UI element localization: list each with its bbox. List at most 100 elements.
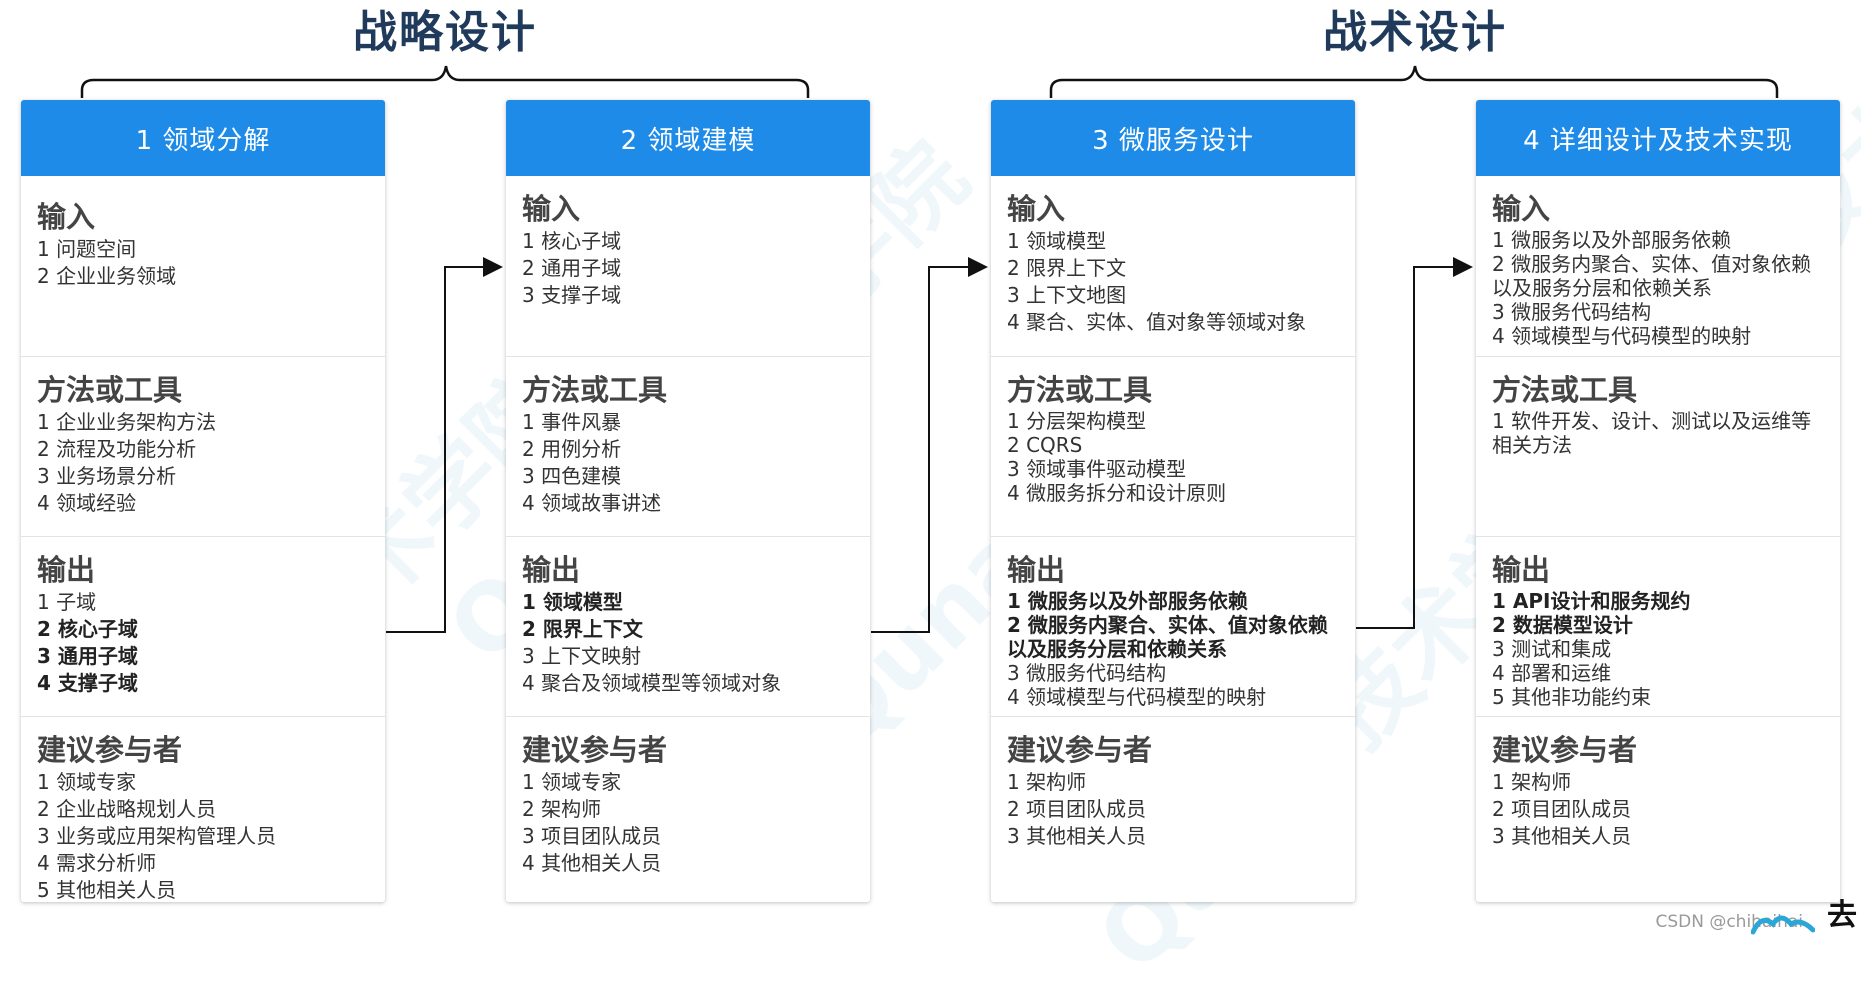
list-item: 4 微服务拆分和设计原则 xyxy=(1007,481,1227,505)
list-item: 1 微服务以及外部服务依赖 xyxy=(1492,228,1732,252)
section-methods: 方法或工具 1 分层架构模型 2 CQRS 3 领域事件驱动模型 4 微服务拆分… xyxy=(991,356,1355,536)
list-item: 3 上下文地图 xyxy=(1007,283,1127,307)
list-item: 2 微服务内聚合、实体、值对象依赖以及服务分层和依赖关系 xyxy=(1007,613,1328,661)
list-item: 4 需求分析师 xyxy=(37,851,157,875)
list-item: 3 业务或应用架构管理人员 xyxy=(37,824,277,848)
list-item: 3 微服务代码结构 xyxy=(1492,300,1652,324)
list-item: 2 CQRS xyxy=(1007,433,1083,457)
list-item: 1 领域专家 xyxy=(37,770,137,794)
list-item: 1 事件风暴 xyxy=(522,410,622,434)
section-title: 方法或工具 xyxy=(1492,373,1638,407)
section-title: 建议参与者 xyxy=(1007,733,1153,767)
list-item: 3 上下文映射 xyxy=(522,644,642,668)
strategic-brace xyxy=(80,65,810,98)
list-item: 2 项目团队成员 xyxy=(1492,797,1632,821)
list-item: 2 数据模型设计 xyxy=(1492,613,1633,637)
section-title: 输出 xyxy=(37,553,96,587)
arrow-2-to-3 xyxy=(871,257,988,633)
card-domain-decomposition: 1 领域分解 输入 1 问题空间 2 企业业务领域 方法或工具 1 企业业务架构… xyxy=(21,100,385,902)
section-output: 输出 1 微服务以及外部服务依赖 2 微服务内聚合、实体、值对象依赖以及服务分层… xyxy=(991,536,1355,716)
list-item: 1 微服务以及外部服务依赖 xyxy=(1007,589,1248,613)
list-item: 2 限界上下文 xyxy=(1007,256,1127,280)
list-item: 3 四色建模 xyxy=(522,464,622,488)
section-input: 输入 1 微服务以及外部服务依赖 2 微服务内聚合、实体、值对象依赖以及服务分层… xyxy=(1476,176,1840,356)
list-item: 1 问题空间 xyxy=(37,237,137,261)
list-item: 2 微服务内聚合、实体、值对象依赖以及服务分层和依赖关系 xyxy=(1492,252,1812,300)
section-participants: 建议参与者 1 领域专家 2 企业战略规划人员 3 业务或应用架构管理人员 4 … xyxy=(21,716,385,902)
list-item: 4 领域经验 xyxy=(37,491,137,515)
section-title: 输出 xyxy=(1007,553,1066,587)
section-title: 方法或工具 xyxy=(522,373,668,407)
card-detailed-design: 4 详细设计及技术实现 输入 1 微服务以及外部服务依赖 2 微服务内聚合、实体… xyxy=(1476,100,1840,902)
tactical-brace xyxy=(1049,65,1779,98)
card-microservice-design: 3 微服务设计 输入 1 领域模型 2 限界上下文 3 上下文地图 4 聚合、实… xyxy=(991,100,1355,902)
list-item: 1 软件开发、设计、测试以及运维等相关方法 xyxy=(1492,409,1812,457)
list-item: 2 企业战略规划人员 xyxy=(37,797,217,821)
list-item: 1 企业业务架构方法 xyxy=(37,410,217,434)
section-title: 输出 xyxy=(522,553,581,587)
logo-char: 去 xyxy=(1827,898,1857,933)
list-item: 3 其他相关人员 xyxy=(1007,824,1147,848)
list-item: 1 领域模型 xyxy=(522,590,623,614)
list-item: 3 测试和集成 xyxy=(1492,637,1612,661)
list-item: 1 API设计和服务规约 xyxy=(1492,589,1691,613)
list-item: 1 子域 xyxy=(37,590,97,614)
list-item: 4 部署和运维 xyxy=(1492,661,1612,685)
list-item: 2 流程及功能分析 xyxy=(37,437,197,461)
section-title: 建议参与者 xyxy=(1492,733,1638,767)
list-item: 3 项目团队成员 xyxy=(522,824,662,848)
arrow-1-to-2 xyxy=(386,257,503,633)
arrow-3-to-4 xyxy=(1356,257,1473,629)
list-item: 1 核心子域 xyxy=(522,229,622,253)
list-item: 4 聚合及领域模型等领域对象 xyxy=(522,671,782,695)
section-title: 输入 xyxy=(37,200,96,234)
list-item: 5 其他相关人员 xyxy=(37,878,177,902)
section-output: 输出 1 子域 2 核心子域 3 通用子域 4 支撑子域 xyxy=(21,536,385,716)
section-title: 输入 xyxy=(522,192,581,226)
list-item: 1 领域模型 xyxy=(1007,229,1107,253)
list-item: 3 微服务代码结构 xyxy=(1007,661,1167,685)
section-methods: 方法或工具 1 企业业务架构方法 2 流程及功能分析 3 业务场景分析 4 领域… xyxy=(21,356,385,536)
card-header: 1 领域分解 xyxy=(21,100,385,176)
section-title: 输入 xyxy=(1007,192,1066,226)
card-header: 4 详细设计及技术实现 xyxy=(1476,100,1840,176)
list-item: 2 限界上下文 xyxy=(522,617,643,641)
section-input: 输入 1 问题空间 2 企业业务领域 xyxy=(21,176,385,356)
list-item: 4 聚合、实体、值对象等领域对象 xyxy=(1007,310,1307,334)
camel-logo-icon xyxy=(1751,915,1815,935)
list-item: 3 领域事件驱动模型 xyxy=(1007,457,1187,481)
card-header: 3 微服务设计 xyxy=(991,100,1355,176)
section-methods: 方法或工具 1 事件风暴 2 用例分析 3 四色建模 4 领域故事讲述 xyxy=(506,356,870,536)
section-output: 输出 1 领域模型 2 限界上下文 3 上下文映射 4 聚合及领域模型等领域对象 xyxy=(506,536,870,716)
section-participants: 建议参与者 1 架构师 2 项目团队成员 3 其他相关人员 xyxy=(1476,716,1840,902)
card-header: 2 领域建模 xyxy=(506,100,870,176)
list-item: 2 企业业务领域 xyxy=(37,264,177,288)
list-item: 2 核心子域 xyxy=(37,617,138,641)
section-participants: 建议参与者 1 领域专家 2 架构师 3 项目团队成员 4 其他相关人员 xyxy=(506,716,870,902)
list-item: 1 架构师 xyxy=(1007,770,1087,794)
section-methods: 方法或工具 1 软件开发、设计、测试以及运维等相关方法 xyxy=(1476,356,1840,536)
list-item: 2 用例分析 xyxy=(522,437,622,461)
section-output: 输出 1 API设计和服务规约 2 数据模型设计 3 测试和集成 4 部署和运维… xyxy=(1476,536,1840,716)
section-title: 方法或工具 xyxy=(37,373,183,407)
list-item: 2 架构师 xyxy=(522,797,602,821)
list-item: 3 业务场景分析 xyxy=(37,464,177,488)
list-item: 1 分层架构模型 xyxy=(1007,409,1147,433)
section-input: 输入 1 领域模型 2 限界上下文 3 上下文地图 4 聚合、实体、值对象等领域… xyxy=(991,176,1355,356)
list-item: 4 领域故事讲述 xyxy=(522,491,662,515)
list-item: 2 项目团队成员 xyxy=(1007,797,1147,821)
section-participants: 建议参与者 1 架构师 2 项目团队成员 3 其他相关人员 xyxy=(991,716,1355,902)
list-item: 1 架构师 xyxy=(1492,770,1572,794)
section-title: 方法或工具 xyxy=(1007,373,1153,407)
list-item: 4 领域模型与代码模型的映射 xyxy=(1492,324,1752,348)
section-title: 建议参与者 xyxy=(522,733,668,767)
list-item: 3 通用子域 xyxy=(37,644,138,668)
list-item: 3 支撑子域 xyxy=(522,283,622,307)
list-item: 4 支撑子域 xyxy=(37,671,138,695)
section-input: 输入 1 核心子域 2 通用子域 3 支撑子域 xyxy=(506,176,870,356)
list-item: 3 其他相关人员 xyxy=(1492,824,1632,848)
list-item: 2 通用子域 xyxy=(522,256,622,280)
list-item: 4 其他相关人员 xyxy=(522,851,662,875)
section-title: 建议参与者 xyxy=(37,733,183,767)
card-domain-modeling: 2 领域建模 输入 1 核心子域 2 通用子域 3 支撑子域 方法或工具 1 事… xyxy=(506,100,870,902)
